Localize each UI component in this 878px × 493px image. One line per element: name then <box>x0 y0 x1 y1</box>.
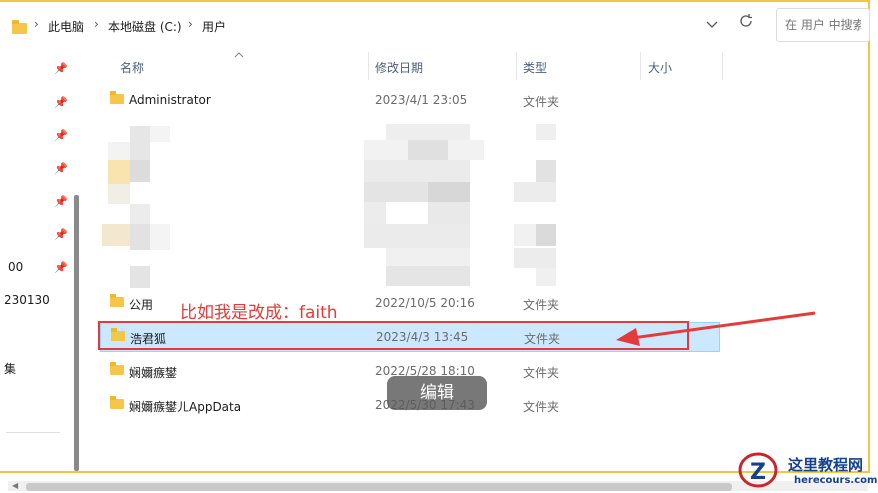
file-type: 文件夹 <box>523 366 560 380</box>
breadcrumb-separator: › <box>188 17 193 31</box>
file-type: 文件夹 <box>523 298 560 312</box>
nav-divider <box>6 432 60 433</box>
breadcrumb-local-disk[interactable]: 本地磁盘 (C:) <box>108 18 182 35</box>
sort-ascending-icon <box>234 49 244 62</box>
window-frame-right <box>868 0 870 473</box>
breadcrumb-this-pc[interactable]: 此电脑 <box>48 18 84 35</box>
file-name: 公用 <box>129 298 154 312</box>
refresh-icon[interactable] <box>738 13 754 33</box>
search-input[interactable] <box>777 9 869 41</box>
pin-icon: 📌 <box>54 261 68 274</box>
watermark-logo-icon: Z <box>738 452 778 488</box>
column-header-type[interactable]: 类型 <box>523 59 547 76</box>
annotation-highlight-box <box>98 321 689 350</box>
horizontal-scrollbar-thumb[interactable] <box>26 483 732 491</box>
pin-icon: 📌 <box>54 129 68 142</box>
address-bar[interactable]: › 此电脑 › 本地磁盘 (C:) › 用户 <box>0 6 760 44</box>
pin-icon: 📌 <box>54 162 68 175</box>
folder-icon <box>110 294 124 307</box>
nav-scrollbar[interactable] <box>74 195 79 471</box>
file-date: 2023/4/1 23:05 <box>375 93 468 107</box>
column-divider[interactable] <box>640 52 641 80</box>
folder-icon <box>110 91 124 104</box>
column-divider[interactable] <box>368 52 369 80</box>
file-name: 娴嬭瘯鐢ㄦAppData <box>129 400 242 414</box>
breadcrumb-separator: › <box>34 17 39 31</box>
folder-icon <box>110 362 124 375</box>
file-row[interactable]: Administrator 2023/4/1 23:05 文件夹 <box>100 86 720 116</box>
scroll-left-icon[interactable]: ◀ <box>12 481 18 490</box>
breadcrumb-users[interactable]: 用户 <box>202 18 226 35</box>
edit-toast: 编辑 <box>387 376 487 410</box>
window-frame-top <box>0 0 870 2</box>
folder-icon <box>12 20 27 34</box>
watermark-title: 这里教程网 <box>788 456 864 474</box>
nav-item[interactable]: 集 <box>4 360 16 377</box>
file-type: 文件夹 <box>523 400 560 414</box>
nav-item[interactable]: 230130 <box>4 293 50 307</box>
pin-icon: 📌 <box>54 195 68 208</box>
pixelated-rows <box>98 120 598 290</box>
nav-item[interactable]: 00 <box>8 260 23 274</box>
folder-icon <box>110 396 124 409</box>
pin-icon: 📌 <box>54 62 68 75</box>
column-header-size[interactable]: 大小 <box>648 59 672 76</box>
chevron-down-icon[interactable] <box>705 15 719 34</box>
column-divider[interactable] <box>722 52 723 80</box>
file-name: 娴嬭瘯鐢 <box>129 366 178 380</box>
annotation-arrow-icon <box>616 311 816 346</box>
file-type: 文件夹 <box>523 95 560 109</box>
column-header-name[interactable]: 名称 <box>120 59 144 76</box>
svg-text:Z: Z <box>750 460 766 485</box>
search-box[interactable] <box>776 8 870 42</box>
watermark-url: herecours.com <box>794 475 878 486</box>
file-name: Administrator <box>129 93 211 107</box>
pin-icon: 📌 <box>54 228 68 241</box>
annotation-text: 比如我是改成：faith <box>180 303 338 323</box>
column-header-date[interactable]: 修改日期 <box>375 59 423 76</box>
breadcrumb-separator: › <box>94 17 99 31</box>
pin-icon: 📌 <box>54 96 68 109</box>
file-date: 2022/10/5 20:16 <box>375 296 475 310</box>
column-divider[interactable] <box>516 52 517 80</box>
